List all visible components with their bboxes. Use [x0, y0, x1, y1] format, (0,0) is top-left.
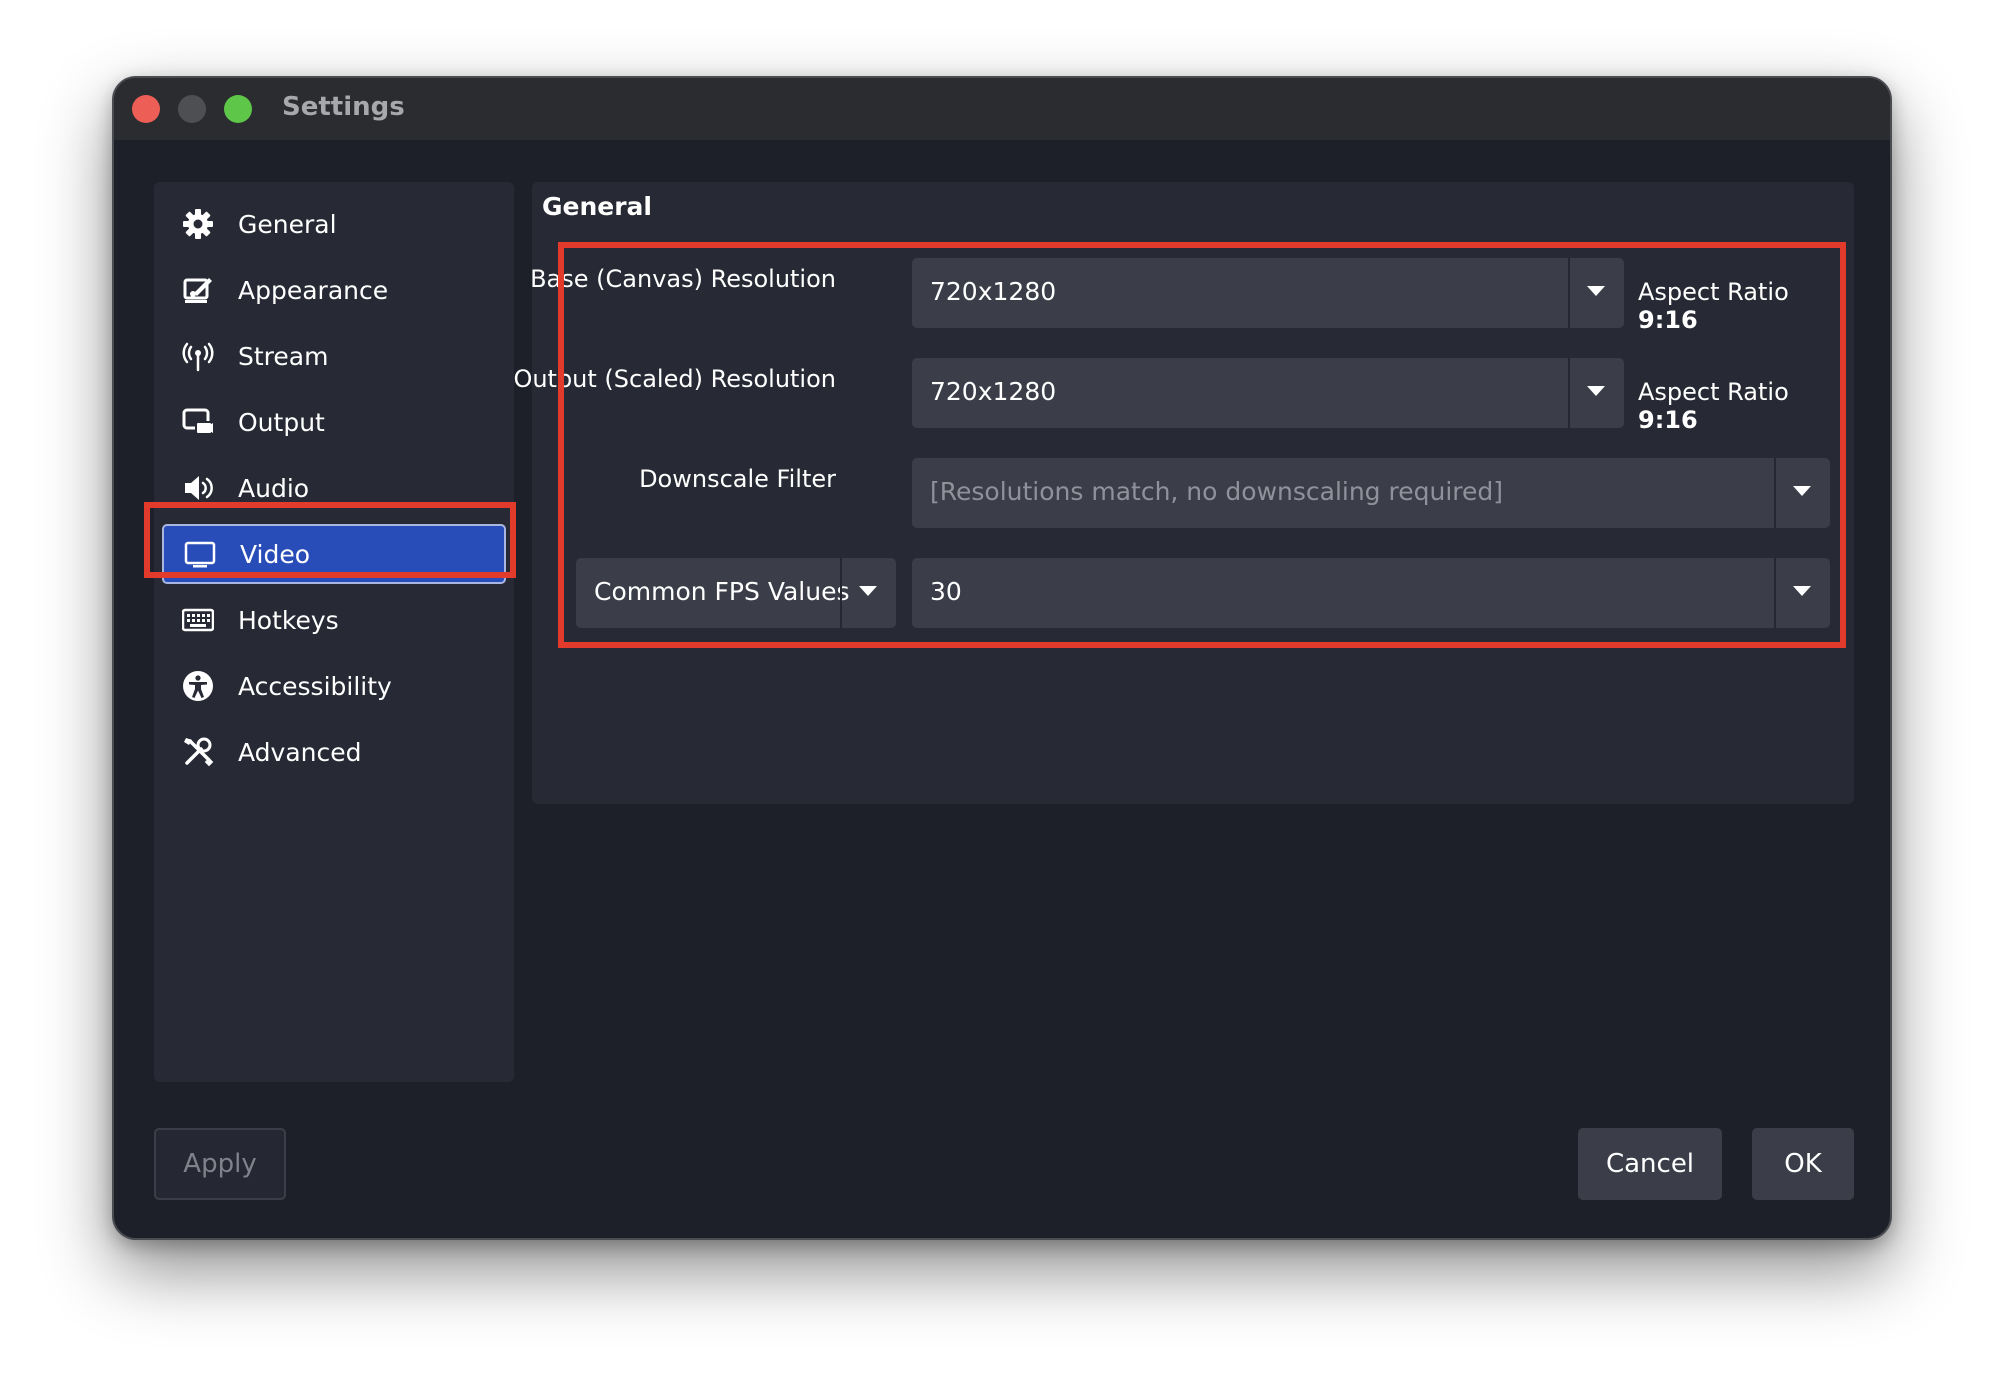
ok-button[interactable]: OK: [1752, 1128, 1854, 1200]
tools-icon: [180, 734, 216, 770]
close-window-button[interactable]: [132, 95, 160, 123]
panel-title: General: [542, 192, 652, 221]
sidebar-item-accessibility[interactable]: Accessibility: [162, 656, 506, 716]
speaker-icon: [180, 470, 216, 506]
cancel-button[interactable]: Cancel: [1578, 1128, 1722, 1200]
keyboard-icon: [180, 602, 216, 638]
sidebar-item-label: Hotkeys: [238, 605, 339, 635]
sidebar-item-advanced[interactable]: Advanced: [162, 722, 506, 782]
sidebar-item-appearance[interactable]: Appearance: [162, 260, 506, 320]
sidebar-item-label: Appearance: [238, 275, 389, 305]
sidebar-item-label: Advanced: [238, 737, 362, 767]
sidebar-item-label: Stream: [238, 341, 329, 371]
title-bar: Settings: [114, 78, 1890, 140]
video-item-highlight: [144, 502, 516, 578]
settings-group-highlight: [558, 242, 1846, 648]
sidebar-item-stream[interactable]: Stream: [162, 326, 506, 386]
sidebar-item-general[interactable]: General: [162, 194, 506, 254]
appearance-icon: [180, 272, 216, 308]
window-title: Settings: [282, 92, 405, 122]
output-icon: [180, 404, 216, 440]
sidebar-item-label: Audio: [238, 473, 310, 503]
sidebar-item-output[interactable]: Output: [162, 392, 506, 452]
sidebar-item-hotkeys[interactable]: Hotkeys: [162, 590, 506, 650]
settings-window: Settings General Appearance Stream Outpu…: [112, 76, 1892, 1240]
settings-sidebar: General Appearance Stream Output Audio V…: [154, 182, 514, 1082]
sidebar-item-label: Accessibility: [238, 671, 392, 701]
zoom-window-button[interactable]: [224, 95, 252, 123]
gear-icon: [180, 206, 216, 242]
apply-button[interactable]: Apply: [154, 1128, 286, 1200]
sidebar-item-label: General: [238, 209, 337, 239]
sidebar-item-label: Output: [238, 407, 325, 437]
accessibility-icon: [180, 668, 216, 704]
antenna-icon: [180, 338, 216, 374]
minimize-window-button[interactable]: [178, 95, 206, 123]
